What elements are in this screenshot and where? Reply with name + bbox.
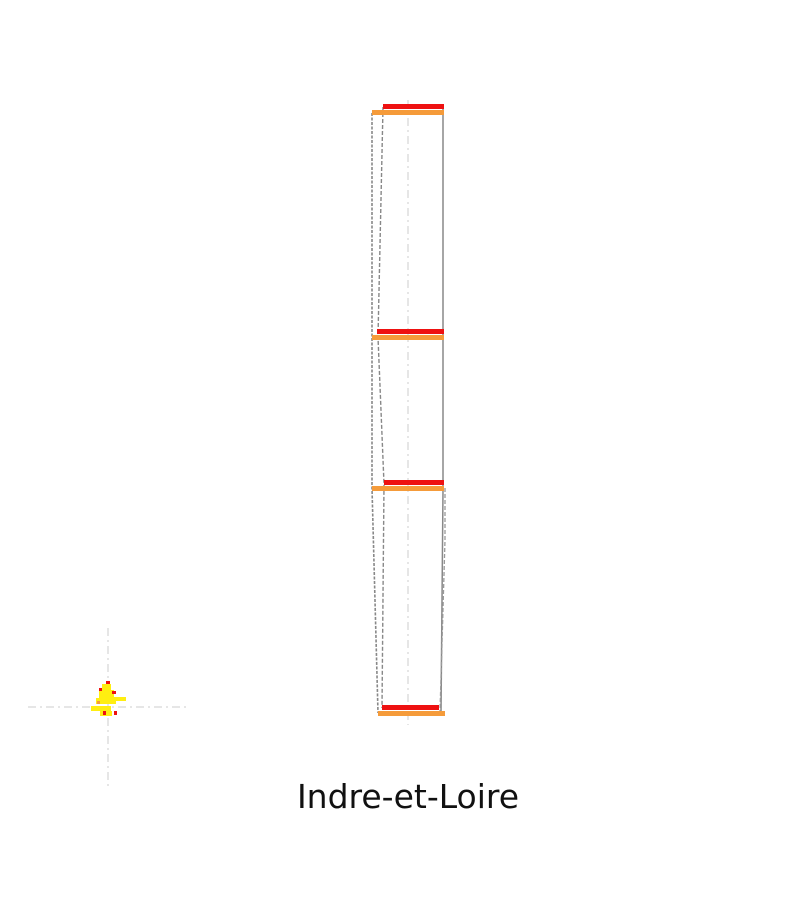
region-title: Indre-et-Loire [296,777,520,816]
region-shape [91,681,126,716]
locator-map [28,628,190,790]
level-marker-4 [378,705,445,716]
outer-profile-left [371,113,379,714]
diagram-canvas [28,100,446,790]
inner-profile-left [377,106,385,709]
